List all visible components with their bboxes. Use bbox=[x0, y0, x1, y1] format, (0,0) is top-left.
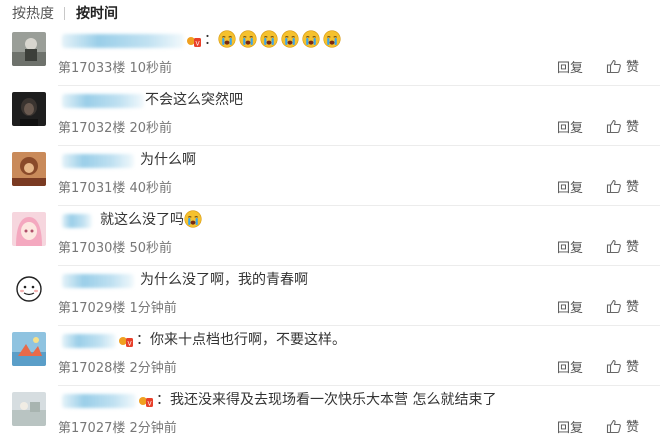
emoji-row bbox=[184, 210, 205, 230]
comment-text: 就这么没了吗 bbox=[100, 210, 205, 230]
comment-time: 20秒前 bbox=[129, 121, 173, 136]
like-label: 赞 bbox=[626, 60, 640, 75]
comment-meta: 第17029楼 1分钟前 bbox=[58, 297, 177, 316]
comment-meta: 第17028楼 2分钟前 bbox=[58, 357, 177, 376]
comment-text: ：你来十点档也行啊，不要这样。 bbox=[136, 332, 346, 348]
comment-item: 就这么没了吗 第17030楼 50秒前 回复 赞 bbox=[0, 206, 660, 266]
reply-button[interactable]: 回复 bbox=[557, 57, 583, 76]
username-blurred[interactable] bbox=[62, 274, 134, 288]
like-button[interactable]: 赞 bbox=[606, 296, 640, 315]
comment-time: 10秒前 bbox=[129, 61, 173, 76]
vip-badge-icon: V bbox=[119, 337, 133, 348]
avatar[interactable] bbox=[12, 32, 46, 66]
thumbs-up-icon bbox=[606, 119, 621, 133]
vip-badge-icon: V bbox=[139, 397, 153, 408]
comment-text: ：我还没来得及去现场看一次快乐大本营 怎么就结束了 bbox=[156, 392, 497, 408]
like-button[interactable]: 赞 bbox=[606, 416, 640, 435]
username-blurred[interactable] bbox=[62, 334, 116, 348]
comment-item: V ： 第17033楼 10秒前 回复 赞 bbox=[0, 26, 660, 86]
username-blurred[interactable] bbox=[62, 214, 92, 228]
comment-time: 2分钟前 bbox=[129, 361, 177, 376]
like-label: 赞 bbox=[626, 300, 640, 315]
crying-face-icon bbox=[323, 30, 341, 48]
like-label: 赞 bbox=[626, 240, 640, 255]
floor-number: 第17029楼 bbox=[58, 301, 126, 316]
avatar[interactable] bbox=[12, 332, 46, 366]
tab-sort-by-time[interactable]: 按时间 bbox=[76, 3, 118, 23]
comment-time: 40秒前 bbox=[129, 181, 173, 196]
avatar[interactable] bbox=[12, 212, 46, 246]
comment-meta: 第17033楼 10秒前 bbox=[58, 57, 172, 76]
comment-text: 为什么没了啊，我的青春啊 bbox=[140, 272, 308, 288]
thumbs-up-icon bbox=[606, 179, 621, 193]
reply-button[interactable]: 回复 bbox=[557, 417, 583, 436]
username-blurred[interactable] bbox=[62, 154, 134, 168]
avatar[interactable] bbox=[12, 92, 46, 126]
crying-face-icon bbox=[239, 30, 257, 48]
reply-button[interactable]: 回复 bbox=[557, 297, 583, 316]
floor-number: 第17027楼 bbox=[58, 421, 126, 436]
avatar[interactable] bbox=[12, 392, 46, 426]
reply-button[interactable]: 回复 bbox=[557, 237, 583, 256]
like-button[interactable]: 赞 bbox=[606, 116, 640, 135]
comment-text: 不会这么突然吧 bbox=[145, 92, 243, 108]
sort-bar: 按热度 按时间 bbox=[0, 0, 660, 26]
like-button[interactable]: 赞 bbox=[606, 176, 640, 195]
like-label: 赞 bbox=[626, 420, 640, 435]
floor-number: 第17032楼 bbox=[58, 121, 126, 136]
comment-item: 为什么没了啊，我的青春啊 第17029楼 1分钟前 回复 赞 bbox=[0, 266, 660, 326]
tab-sort-by-hot[interactable]: 按热度 bbox=[12, 3, 54, 23]
username-blurred[interactable] bbox=[62, 94, 144, 108]
sort-divider bbox=[64, 7, 65, 20]
comment-meta: 第17027楼 2分钟前 bbox=[58, 417, 177, 436]
comment-meta: 第17031楼 40秒前 bbox=[58, 177, 172, 196]
comment-text: ： bbox=[204, 30, 344, 50]
like-button[interactable]: 赞 bbox=[606, 356, 640, 375]
reply-button[interactable]: 回复 bbox=[557, 117, 583, 136]
crying-face-icon bbox=[218, 30, 236, 48]
comment-item: 为什么啊 第17031楼 40秒前 回复 赞 bbox=[0, 146, 660, 206]
comment-item: V ：你来十点档也行啊，不要这样。 第17028楼 2分钟前 回复 赞 bbox=[0, 326, 660, 386]
comment-item: V ：我还没来得及去现场看一次快乐大本营 怎么就结束了 第17027楼 2分钟前… bbox=[0, 386, 660, 446]
like-button[interactable]: 赞 bbox=[606, 236, 640, 255]
comment-meta: 第17032楼 20秒前 bbox=[58, 117, 172, 136]
reply-button[interactable]: 回复 bbox=[557, 177, 583, 196]
emoji-row bbox=[218, 30, 344, 50]
floor-number: 第17030楼 bbox=[58, 241, 126, 256]
avatar[interactable] bbox=[12, 152, 46, 186]
like-button[interactable]: 赞 bbox=[606, 56, 640, 75]
comment-meta: 第17030楼 50秒前 bbox=[58, 237, 172, 256]
comment-time: 1分钟前 bbox=[129, 301, 177, 316]
comment-time: 2分钟前 bbox=[129, 421, 177, 436]
reply-button[interactable]: 回复 bbox=[557, 357, 583, 376]
thumbs-up-icon bbox=[606, 239, 621, 253]
username-blurred[interactable] bbox=[62, 34, 184, 48]
like-label: 赞 bbox=[626, 180, 640, 195]
avatar[interactable] bbox=[12, 272, 46, 306]
floor-number: 第17033楼 bbox=[58, 61, 126, 76]
thumbs-up-icon bbox=[606, 419, 621, 433]
username-blurred[interactable] bbox=[62, 394, 136, 408]
thumbs-up-icon bbox=[606, 299, 621, 313]
thumbs-up-icon bbox=[606, 59, 621, 73]
crying-face-icon bbox=[281, 30, 299, 48]
crying-face-icon bbox=[302, 30, 320, 48]
floor-number: 第17031楼 bbox=[58, 181, 126, 196]
comment-item: 不会这么突然吧 第17032楼 20秒前 回复 赞 bbox=[0, 86, 660, 146]
crying-face-icon bbox=[184, 210, 202, 228]
vip-badge-icon: V bbox=[187, 37, 201, 48]
like-label: 赞 bbox=[626, 120, 640, 135]
like-label: 赞 bbox=[626, 360, 640, 375]
comment-text: 为什么啊 bbox=[140, 152, 196, 168]
comment-time: 50秒前 bbox=[129, 241, 173, 256]
crying-face-icon bbox=[260, 30, 278, 48]
floor-number: 第17028楼 bbox=[58, 361, 126, 376]
thumbs-up-icon bbox=[606, 359, 621, 373]
